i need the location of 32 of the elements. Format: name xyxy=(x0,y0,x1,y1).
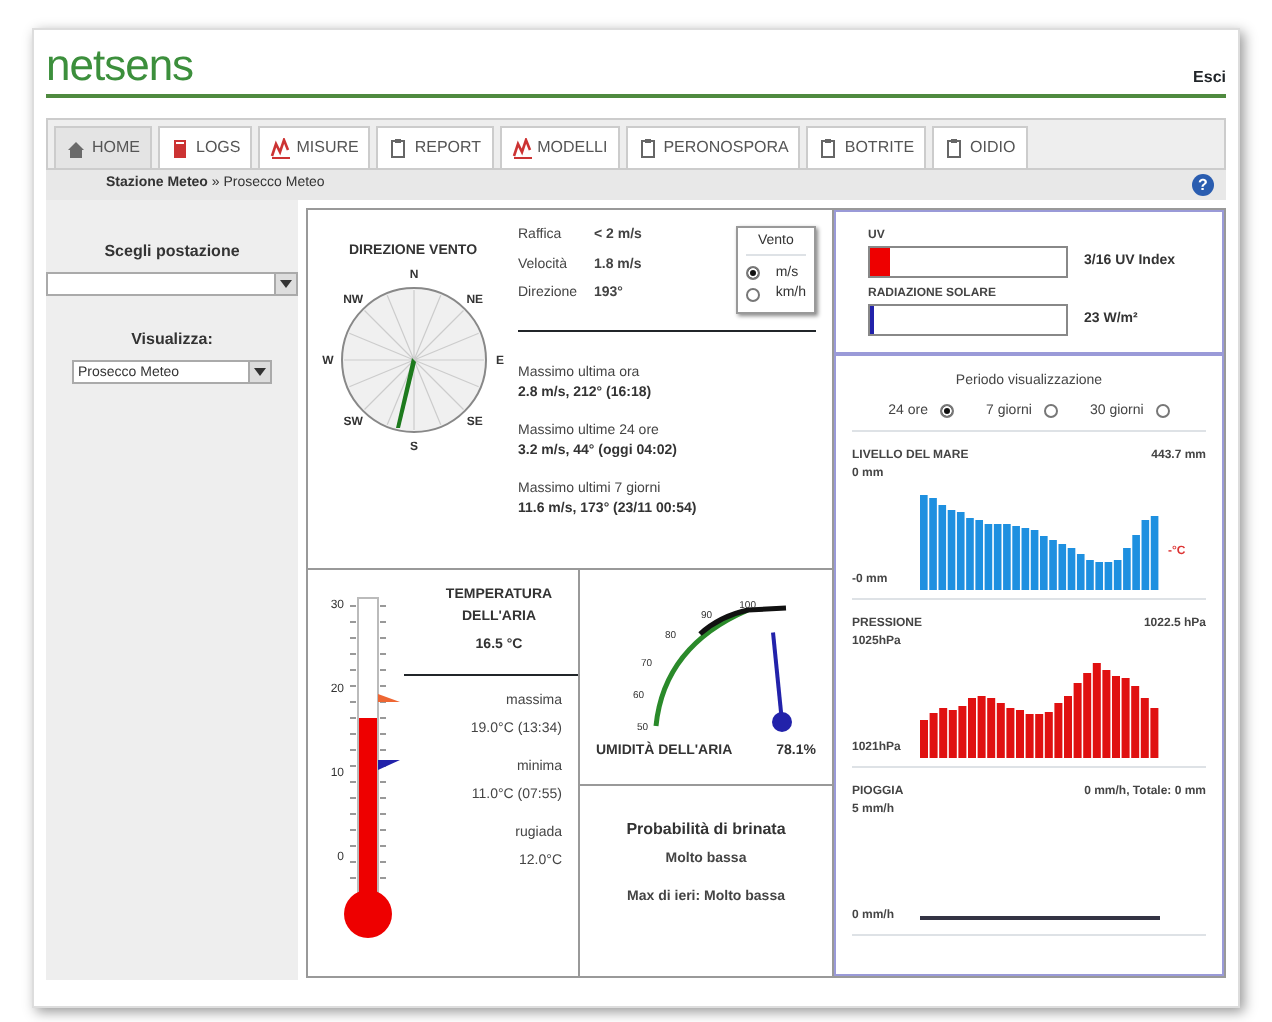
radio-button[interactable] xyxy=(1043,404,1058,419)
clipboard-icon xyxy=(818,137,839,159)
field-label: Scegli postazione xyxy=(102,240,242,264)
station-select[interactable] xyxy=(46,272,298,296)
radio-button[interactable] xyxy=(940,404,955,419)
nav-tab[interactable]: MISURE xyxy=(258,126,371,168)
chart-icon xyxy=(511,137,532,159)
nav-tab[interactable]: HOME xyxy=(54,126,152,168)
help-icon[interactable]: ? xyxy=(1192,174,1214,196)
home-icon xyxy=(66,137,86,159)
caret-icon xyxy=(254,368,266,376)
book-icon xyxy=(170,137,190,159)
radio-button[interactable] xyxy=(745,266,760,281)
nav-tab[interactable]: BOTRITE xyxy=(806,126,927,168)
nav-tab[interactable]: REPORT xyxy=(376,126,494,168)
clipboard-icon xyxy=(637,137,658,159)
frost-title: Probabilità di brinata xyxy=(624,818,788,842)
clipboard-icon xyxy=(388,137,409,159)
chart-icon xyxy=(270,137,291,159)
nav-tab[interactable]: LOGS xyxy=(158,126,253,168)
nav-tab[interactable]: OIDIO xyxy=(932,126,1028,168)
gauge-needle xyxy=(771,632,792,732)
logo: netsens xyxy=(46,42,194,90)
nav-tab[interactable]: MODELLI xyxy=(499,126,620,168)
caret-icon xyxy=(280,280,292,288)
radio-button[interactable] xyxy=(745,287,760,302)
clipboard-icon xyxy=(944,137,965,159)
radio-button[interactable] xyxy=(1155,404,1170,419)
gauge-drawing xyxy=(653,605,787,727)
nav-tab[interactable]: PERONOSPORA xyxy=(625,126,801,168)
logout-link[interactable]: Esci xyxy=(1193,66,1226,90)
field-label: Visualizza: xyxy=(129,328,215,352)
